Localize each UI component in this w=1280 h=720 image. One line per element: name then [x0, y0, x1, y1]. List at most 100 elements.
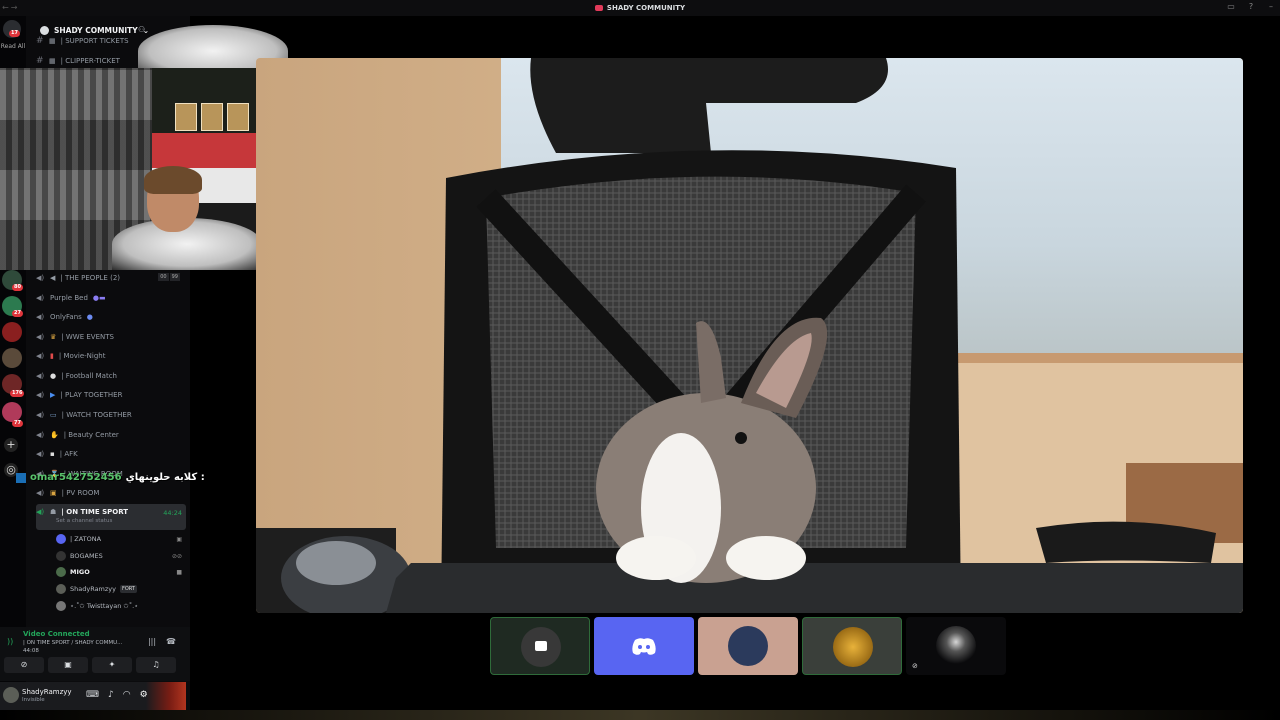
avatar [728, 626, 768, 666]
help-icon[interactable]: ? [1246, 2, 1256, 12]
minimize-button[interactable]: – [1266, 2, 1276, 12]
bunny-paw-left [616, 536, 696, 580]
voice-buttons: ⊘ ▣ ✦ ♫ [4, 657, 176, 673]
avatar [936, 626, 976, 666]
avatar [56, 567, 66, 577]
window-controls: ▭ ? – [1226, 2, 1276, 12]
soundboard-button[interactable]: ♫ [136, 657, 176, 673]
voice-user[interactable]: BOGAMES ⊘⊘ [56, 548, 184, 564]
window-sill [946, 353, 1243, 363]
inbox-icon[interactable]: ▭ [1226, 2, 1236, 12]
nameplate-decoration [146, 682, 186, 710]
poster [227, 103, 249, 131]
notification-badge: 77 [12, 420, 23, 427]
speaker-icon: ◀) [36, 489, 45, 497]
flag-stripe-red [152, 133, 264, 168]
stream-chat-message: omar542752456 كلابه حلوينهاي : [16, 472, 205, 483]
voice-elapsed: 44:08 [23, 648, 39, 654]
speaker-icon: ◀) [36, 411, 45, 419]
headphones-icon[interactable]: ◠ [123, 690, 131, 700]
gamepad-icon[interactable]: ⌨ [86, 690, 99, 700]
signal-icon[interactable]: )) [7, 637, 13, 646]
participant-tile[interactable] [698, 617, 798, 675]
voice-channel[interactable]: ◀) ▮ | Movie-Night [36, 347, 186, 365]
avatar [56, 584, 66, 594]
read-all-button[interactable]: Read All [0, 43, 26, 50]
voice-user[interactable]: ShadyRamzyy FORT [56, 581, 184, 597]
noise-suppression-icon[interactable]: ||| [148, 637, 156, 646]
voice-channel[interactable]: ◀) ♛ | WWE EVENTS [36, 328, 186, 346]
voice-channel[interactable]: ◀) ▣ | PV ROOM [36, 484, 186, 502]
voice-channel[interactable]: ◀) ▭ | WATCH TOGETHER [36, 406, 186, 424]
participant-tile[interactable] [802, 617, 902, 675]
twitch-icon [16, 472, 26, 483]
camera-icon [535, 641, 547, 651]
poster [201, 103, 223, 131]
ticket-icon: ▦ [49, 37, 56, 45]
voice-location[interactable]: | ON TIME SPORT / SHADY COMMU... [23, 640, 122, 646]
participant-tiles: ⊘ [490, 617, 1006, 675]
speaker-icon: ◀) [36, 508, 45, 516]
bed-icon: ●▬ [92, 294, 106, 302]
server-tag: FORT [120, 585, 137, 593]
speaker-icon: ◀) [36, 450, 45, 458]
settings-icon[interactable]: ⚙ [140, 690, 148, 700]
poster [175, 103, 197, 131]
user-status: Invisible [22, 697, 45, 703]
voice-channel[interactable]: ◀) ◀ | THE PEOPLE (2) 00 99 [36, 269, 186, 287]
screen-share-button[interactable]: ▣ [48, 657, 88, 673]
channel-status[interactable]: Set a channel status [56, 518, 112, 524]
microphone-icon[interactable]: ♪ [108, 690, 114, 700]
chat-icon: ▪ [50, 450, 55, 458]
add-server-icon[interactable]: + [4, 438, 18, 452]
voice-channel[interactable]: ◀) ✋ | Beauty Center [36, 426, 186, 444]
hash-icon: # [36, 36, 44, 46]
username[interactable]: ShadyRamzyy [22, 688, 72, 696]
participant-tile[interactable] [490, 617, 590, 675]
channel-item[interactable]: # ▦ | SUPPORT TICKETS [36, 32, 186, 50]
notification-badge: 176 [10, 390, 25, 397]
avatar [833, 627, 873, 667]
voice-channel[interactable]: ◀) ▶ | PLAY TOGETHER [36, 386, 186, 404]
camera-off-button[interactable]: ⊘ [4, 657, 44, 673]
voice-channel[interactable]: ◀) Purple Bed ●▬ [36, 289, 186, 307]
speaker-icon: ◀) [36, 431, 45, 439]
server-icon[interactable] [2, 322, 22, 342]
user-tools: ⌨ ♪ ◠ ⚙ [86, 690, 148, 700]
server-icon[interactable] [2, 348, 22, 368]
avatar [56, 551, 66, 561]
voice-user[interactable]: MIGO ■ [56, 564, 184, 580]
server-icon[interactable] [2, 402, 22, 422]
popcorn-icon: ▮ [50, 352, 54, 360]
disconnect-icon[interactable]: ☎ [166, 637, 176, 646]
voice-connected-label[interactable]: Video Connected [23, 630, 90, 638]
chat-text: كلابه حلوينهاي : [125, 472, 205, 483]
nav-arrows-icon[interactable]: ←→ [2, 3, 19, 12]
participant-tile[interactable] [594, 617, 694, 675]
activities-button[interactable]: ✦ [92, 657, 132, 673]
avatar [56, 534, 66, 544]
voice-channel[interactable]: ◀) ● | Football Match [36, 367, 186, 385]
voice-user[interactable]: | ZATONA ▣ [56, 531, 184, 547]
soccer-icon: ● [50, 372, 57, 380]
voice-channel[interactable]: ◀) ▪ | AFK [36, 445, 186, 463]
participant-tile[interactable]: ⊘ [906, 617, 1006, 675]
stream-indicator-icon: ⊘ [912, 662, 918, 670]
active-voice-channel[interactable]: ◀) ☗ | ON TIME SPORT 44:24 Set a channel… [36, 504, 186, 530]
play-icon: ▶ [50, 391, 56, 399]
speaker-icon: ◀) [36, 352, 45, 360]
window-title: SHADY COMMUNITY [594, 4, 685, 12]
main-video-stage[interactable] [256, 58, 1243, 613]
voice-status-panel: )) Video Connected | ON TIME SPORT / SHA… [0, 627, 190, 681]
posters [175, 103, 249, 131]
keyboard [386, 563, 1243, 613]
voice-channel[interactable]: ◀) OnlyFans ● [36, 308, 186, 326]
mouse-top [296, 541, 376, 585]
speaker-icon: ◀ [50, 274, 56, 282]
voice-user[interactable]: ⋆.˚✩ Twisttayan ✩˚.⋆ [56, 598, 184, 614]
avatar [56, 601, 66, 611]
avatar[interactable] [3, 687, 19, 703]
channel-timer: 44:24 [163, 509, 182, 517]
speaker-icon: ◀) [36, 274, 45, 282]
speaker-icon: ◀) [36, 391, 45, 399]
